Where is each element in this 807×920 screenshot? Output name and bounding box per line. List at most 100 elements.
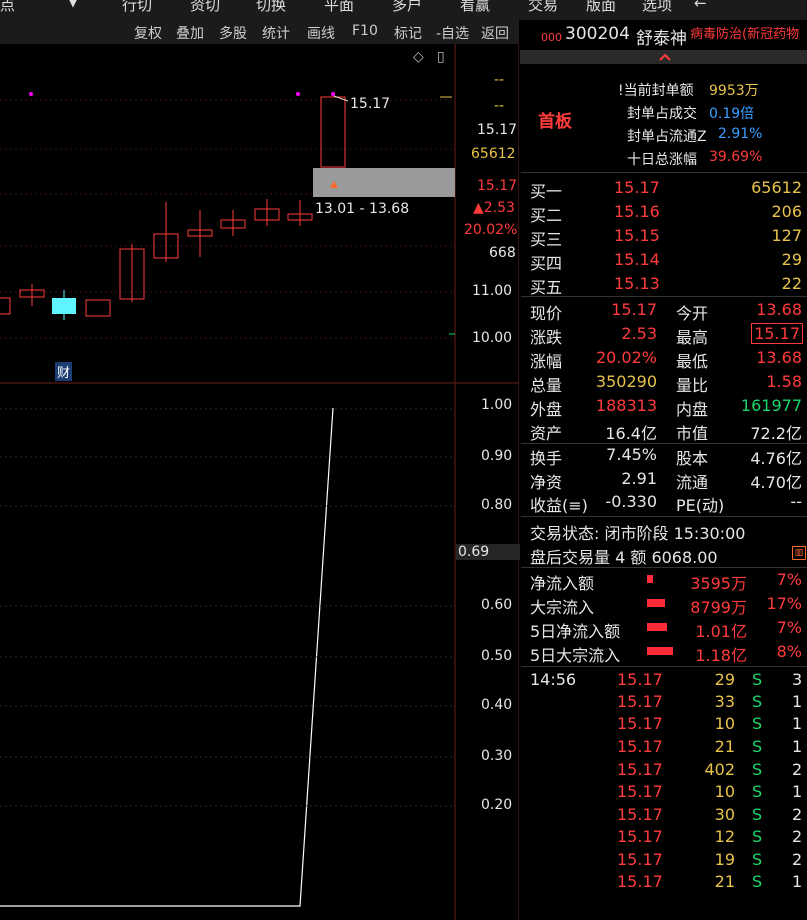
- toolbar-button[interactable]: 复权: [134, 23, 162, 43]
- tick-price: 15.17: [617, 737, 663, 756]
- lower-axis-tick: 0.30: [481, 748, 513, 764]
- marker-dot: [29, 92, 33, 96]
- toolbar-button[interactable]: 标记: [394, 23, 422, 43]
- tick-row: 15.17 19 S 2: [521, 848, 807, 872]
- tick-row: 15.17 33 S 1: [521, 690, 807, 714]
- seal-value: 39.69%: [709, 149, 763, 165]
- bid-price: 15.13: [614, 274, 660, 293]
- tick-count: 2: [792, 850, 803, 869]
- chart-icon[interactable]: ▥: [792, 546, 806, 560]
- flow-label: 5日大宗流入: [530, 646, 621, 665]
- range-label: 13.01 - 13.68: [315, 201, 410, 217]
- menu-item[interactable]: 点: [0, 0, 15, 15]
- menu-item[interactable]: 交易: [528, 0, 558, 15]
- window-icon[interactable]: ▯: [437, 49, 445, 65]
- stat-row: 总量 350290 量比 1.58: [521, 370, 807, 395]
- bid-row[interactable]: 买四 15.14 29: [521, 248, 807, 273]
- flow-row: 5日大宗流入 1.18亿 8%: [521, 640, 807, 665]
- cursor-value-tag: 0.69: [456, 544, 523, 560]
- toolbar-button[interactable]: -自选: [436, 23, 469, 43]
- seal-label: 十日总涨幅: [627, 152, 697, 168]
- toolbar-button[interactable]: 叠加: [176, 23, 204, 43]
- seal-value: 9953万: [709, 83, 759, 99]
- menu-item[interactable]: 资切: [190, 0, 220, 15]
- tick-side: S: [752, 670, 763, 689]
- tick-row: 15.17 12 S 2: [521, 825, 807, 849]
- first-board-tag: 首板: [538, 112, 572, 132]
- tick-price: 15.17: [617, 827, 663, 846]
- finance-badge[interactable]: 财: [55, 362, 73, 381]
- stat-value: -0.330: [605, 492, 657, 511]
- tick-side: S: [752, 760, 763, 779]
- candlestick-series: [0, 96, 346, 320]
- top-menu-bar: 点 ▼ 行切 资切 切换 平面 多户 看赢 交易 版面 选项 ←: [0, 0, 807, 20]
- tick-time: 14:56: [530, 670, 577, 689]
- concept-banner[interactable]: 病毒防治(新冠药物: [690, 23, 799, 42]
- menu-item[interactable]: 版面: [586, 0, 616, 15]
- tick-count: 2: [792, 760, 803, 779]
- stat-value: 2.53: [621, 324, 657, 343]
- bid-row[interactable]: 买一 15.17 65612: [521, 176, 807, 201]
- bid-row[interactable]: 买二 15.16 206: [521, 200, 807, 225]
- stat-label: 最低: [676, 352, 709, 371]
- tick-side: S: [752, 737, 763, 756]
- candle: [52, 298, 76, 314]
- stat-value: 15.17: [611, 300, 657, 319]
- back-arrow-icon[interactable]: ←: [694, 0, 707, 12]
- lower-axis-tick: 0.60: [481, 597, 513, 613]
- menu-item[interactable]: 平面: [324, 0, 354, 15]
- tick-side: S: [752, 714, 763, 733]
- axis-count: 668: [489, 245, 516, 261]
- flow-value: 3595万: [690, 574, 747, 593]
- menu-item[interactable]: 选项: [642, 0, 672, 15]
- stat-value: 7.45%: [606, 445, 657, 464]
- lower-axis-tick: 0.40: [481, 697, 513, 713]
- bid-price: 15.15: [614, 226, 660, 245]
- menu-item[interactable]: 切换: [256, 0, 286, 15]
- stock-name: 舒泰神: [636, 29, 687, 49]
- chart-area[interactable]: ◇ ▯ 15.17 13.01 - 13.68 财 -- -- 15.17 65…: [0, 44, 523, 920]
- stat-value: 2.91: [621, 469, 657, 488]
- toolbar-button[interactable]: 多股: [219, 23, 247, 43]
- flow-label: 大宗流入: [530, 598, 595, 617]
- tick-side: S: [752, 805, 763, 824]
- chart-canvas: [0, 44, 519, 920]
- flow-row: 大宗流入 8799万 17%: [521, 592, 807, 617]
- menu-item[interactable]: 多户: [392, 0, 422, 15]
- toolbar-button[interactable]: 统计: [262, 23, 290, 43]
- tick-count: 1: [792, 714, 803, 733]
- diamond-icon[interactable]: ◇: [413, 49, 424, 65]
- stat-value: 188313: [595, 396, 657, 415]
- tick-side: S: [752, 692, 763, 711]
- tick-side: S: [752, 872, 763, 891]
- axis-dash: --: [494, 98, 505, 114]
- trade-status: 交易状态: 闭市阶段 15:30:00: [530, 524, 746, 543]
- chevron-down-icon[interactable]: ▼: [68, 0, 78, 10]
- menu-item[interactable]: 行切: [122, 0, 152, 15]
- collapse-bar[interactable]: [520, 50, 807, 64]
- axis-volume: 65612: [471, 146, 516, 162]
- after-hours-volume: 盘后交易量 4 额 6068.00: [530, 548, 718, 567]
- chevron-up-icon: [659, 53, 671, 61]
- tick-count: 1: [792, 737, 803, 756]
- stat-row: 收益(≡) -0.330 PE(动) --: [521, 490, 807, 515]
- toolbar-button[interactable]: 画线: [307, 23, 335, 43]
- stat-label: 市值: [676, 424, 709, 443]
- stat-row: 现价 15.17 今开 13.68: [521, 298, 807, 323]
- stat-value: 350290: [595, 372, 657, 391]
- bid-volume: 127: [771, 226, 802, 245]
- stat-label: 今开: [676, 304, 709, 323]
- candle: [320, 96, 346, 168]
- market-prefix: 000: [541, 31, 562, 44]
- bid-row[interactable]: 买三 15.15 127: [521, 224, 807, 249]
- menu-item[interactable]: 看赢: [460, 0, 490, 15]
- seal-label: 封单占流通Z: [627, 129, 707, 145]
- candle: [85, 299, 111, 317]
- bid-row[interactable]: 买五 15.13 22: [521, 272, 807, 297]
- toolbar-button[interactable]: F10: [352, 23, 378, 39]
- tick-count: 1: [792, 782, 803, 801]
- stat-value: 4.76亿: [750, 449, 802, 468]
- chart-toolbar: 复权 叠加 多股 统计 画线 F10 标记 -自选 返回: [0, 20, 519, 45]
- toolbar-button[interactable]: 返回: [481, 23, 509, 43]
- bid-label: 买四: [530, 254, 563, 273]
